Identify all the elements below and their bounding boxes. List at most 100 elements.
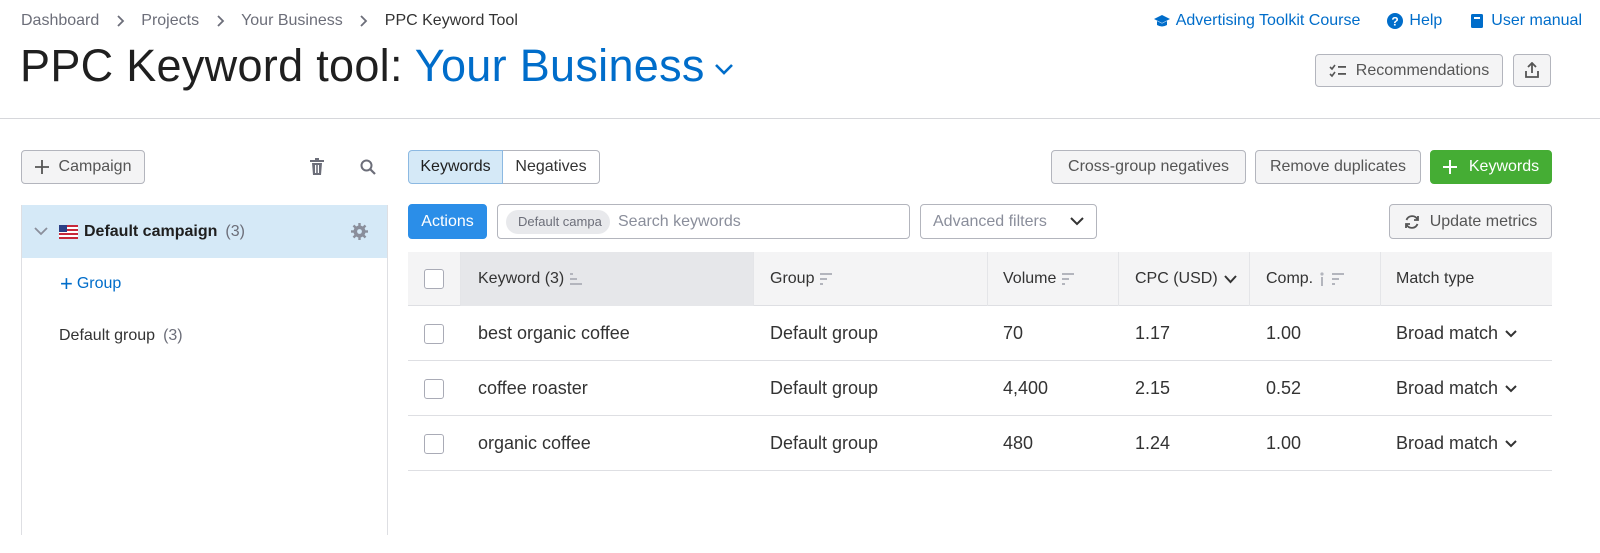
breadcrumb-project[interactable]: Your Business bbox=[241, 12, 343, 30]
match-type-dropdown[interactable]: Broad match bbox=[1396, 323, 1517, 344]
keyword-tabs: Keywords Negatives bbox=[408, 150, 600, 184]
keyword-search: Default campa bbox=[497, 204, 910, 239]
book-icon bbox=[1471, 14, 1484, 28]
campaign-item[interactable]: Default campaign (3) bbox=[22, 205, 387, 258]
column-match-type[interactable]: Match type bbox=[1381, 252, 1552, 306]
project-selector[interactable]: Your Business bbox=[415, 40, 705, 92]
match-type-dropdown[interactable]: Broad match bbox=[1396, 433, 1517, 454]
add-keywords-label: Keywords bbox=[1468, 158, 1540, 175]
keyword-cell[interactable]: organic coffee bbox=[461, 416, 754, 471]
user-manual-link-label: User manual bbox=[1491, 12, 1582, 29]
column-keyword[interactable]: Keyword (3) bbox=[461, 252, 754, 306]
update-metrics-button[interactable]: Update metrics bbox=[1389, 204, 1552, 239]
select-all-checkbox[interactable] bbox=[424, 269, 444, 289]
tab-negatives[interactable]: Negatives bbox=[503, 150, 600, 184]
plus-icon bbox=[34, 160, 49, 174]
match-type-dropdown[interactable]: Broad match bbox=[1396, 378, 1517, 399]
table-row[interactable]: organic coffee Default group 480 1.24 1.… bbox=[408, 416, 1552, 471]
keyword-cell[interactable]: coffee roaster bbox=[461, 361, 754, 416]
help-icon: ? bbox=[1387, 13, 1404, 29]
add-keywords-button[interactable]: Keywords bbox=[1430, 150, 1552, 184]
advanced-filters-dropdown[interactable]: Advanced filters bbox=[920, 204, 1097, 239]
help-link[interactable]: ? Help bbox=[1387, 12, 1442, 30]
update-metrics-label: Update metrics bbox=[1429, 212, 1538, 230]
chevron-down-icon bbox=[1505, 329, 1517, 337]
row-select-cell bbox=[408, 416, 461, 471]
header-divider bbox=[0, 118, 1600, 119]
plus-icon bbox=[1442, 160, 1457, 174]
sort-icon bbox=[1332, 273, 1345, 285]
search-icon[interactable] bbox=[360, 159, 376, 175]
chevron-down-icon[interactable] bbox=[34, 227, 48, 236]
volume-cell: 480 bbox=[1003, 433, 1034, 453]
match-type-cell: Broad match bbox=[1381, 306, 1552, 361]
us-flag-icon bbox=[59, 224, 78, 239]
share-icon bbox=[1525, 62, 1539, 78]
trash-icon[interactable] bbox=[309, 158, 325, 176]
column-group[interactable]: Group bbox=[754, 252, 988, 306]
remove-duplicates-button[interactable]: Remove duplicates bbox=[1255, 150, 1421, 184]
match-type-value: Broad match bbox=[1396, 323, 1499, 343]
group-count: (3) bbox=[163, 327, 183, 344]
row-select-cell bbox=[408, 361, 461, 416]
column-volume[interactable]: Volume bbox=[988, 252, 1119, 306]
advanced-filters-label: Advanced filters bbox=[933, 212, 1047, 230]
row-select-cell bbox=[408, 306, 461, 361]
tab-keywords[interactable]: Keywords bbox=[408, 150, 503, 184]
course-link[interactable]: Advertising Toolkit Course bbox=[1153, 12, 1361, 30]
actions-button[interactable]: Actions bbox=[408, 204, 487, 239]
user-manual-link[interactable]: User manual bbox=[1469, 12, 1582, 30]
svg-text:?: ? bbox=[1392, 15, 1399, 29]
campaign-count: (3) bbox=[225, 222, 245, 240]
breadcrumb-current: PPC Keyword Tool bbox=[384, 12, 518, 29]
breadcrumb-projects[interactable]: Projects bbox=[141, 12, 199, 30]
cpc-cell: 1.24 bbox=[1135, 433, 1171, 453]
sort-icon bbox=[820, 273, 833, 285]
column-match-type-label: Match type bbox=[1396, 270, 1475, 287]
group-cell: Default group bbox=[770, 378, 879, 398]
gear-icon[interactable] bbox=[351, 223, 368, 240]
column-group-label: Group bbox=[770, 270, 815, 287]
cpc-cell: 2.15 bbox=[1135, 378, 1171, 398]
export-button[interactable] bbox=[1513, 54, 1551, 87]
info-icon[interactable] bbox=[1318, 272, 1326, 286]
recommendations-button[interactable]: Recommendations bbox=[1315, 54, 1503, 87]
add-group-button[interactable]: + Group bbox=[60, 273, 122, 295]
recommendations-label: Recommendations bbox=[1355, 61, 1490, 79]
checklist-icon bbox=[1329, 64, 1346, 77]
comp-cell: 1.00 bbox=[1266, 433, 1302, 453]
add-campaign-button[interactable]: Campaign bbox=[21, 150, 145, 184]
row-checkbox[interactable] bbox=[424, 323, 444, 344]
column-volume-label: Volume bbox=[1003, 270, 1057, 287]
chevron-right-icon bbox=[99, 15, 141, 27]
match-type-cell: Broad match bbox=[1381, 361, 1552, 416]
add-campaign-label: Campaign bbox=[58, 158, 132, 175]
chevron-down-icon[interactable] bbox=[713, 62, 735, 76]
table-row[interactable]: best organic coffee Default group 70 1.1… bbox=[408, 306, 1552, 361]
chevron-down-icon bbox=[1505, 439, 1517, 447]
campaign-filter-chip[interactable]: Default campa bbox=[506, 209, 610, 234]
search-keywords-input[interactable] bbox=[618, 212, 898, 231]
group-item[interactable]: Default group (3) bbox=[59, 327, 183, 345]
row-checkbox[interactable] bbox=[424, 378, 444, 399]
match-type-value: Broad match bbox=[1396, 378, 1499, 398]
chevron-right-icon bbox=[199, 15, 241, 27]
course-link-label: Advertising Toolkit Course bbox=[1175, 12, 1361, 29]
keywords-table: Keyword (3) Group Volume CPC (USD) Comp.… bbox=[408, 252, 1552, 471]
column-comp[interactable]: Comp. bbox=[1250, 252, 1381, 306]
table-row[interactable]: coffee roaster Default group 4,400 2.15 … bbox=[408, 361, 1552, 416]
comp-cell: 1.00 bbox=[1266, 323, 1302, 343]
cross-group-negatives-button[interactable]: Cross-group negatives bbox=[1051, 150, 1246, 184]
top-links: Advertising Toolkit Course ? Help User m… bbox=[1127, 12, 1582, 30]
group-name: Default group bbox=[59, 327, 156, 344]
sort-icon bbox=[570, 273, 583, 285]
add-group-label: Group bbox=[76, 275, 122, 292]
breadcrumb-dashboard[interactable]: Dashboard bbox=[21, 12, 99, 30]
graduation-cap-icon bbox=[1153, 15, 1170, 27]
page-title: PPC Keyword tool: Your Business bbox=[20, 40, 735, 92]
column-cpc[interactable]: CPC (USD) bbox=[1119, 252, 1250, 306]
keyword-cell[interactable]: best organic coffee bbox=[461, 306, 754, 361]
chevron-down-icon bbox=[1223, 274, 1237, 283]
sort-icon bbox=[1062, 273, 1075, 285]
row-checkbox[interactable] bbox=[424, 433, 444, 454]
